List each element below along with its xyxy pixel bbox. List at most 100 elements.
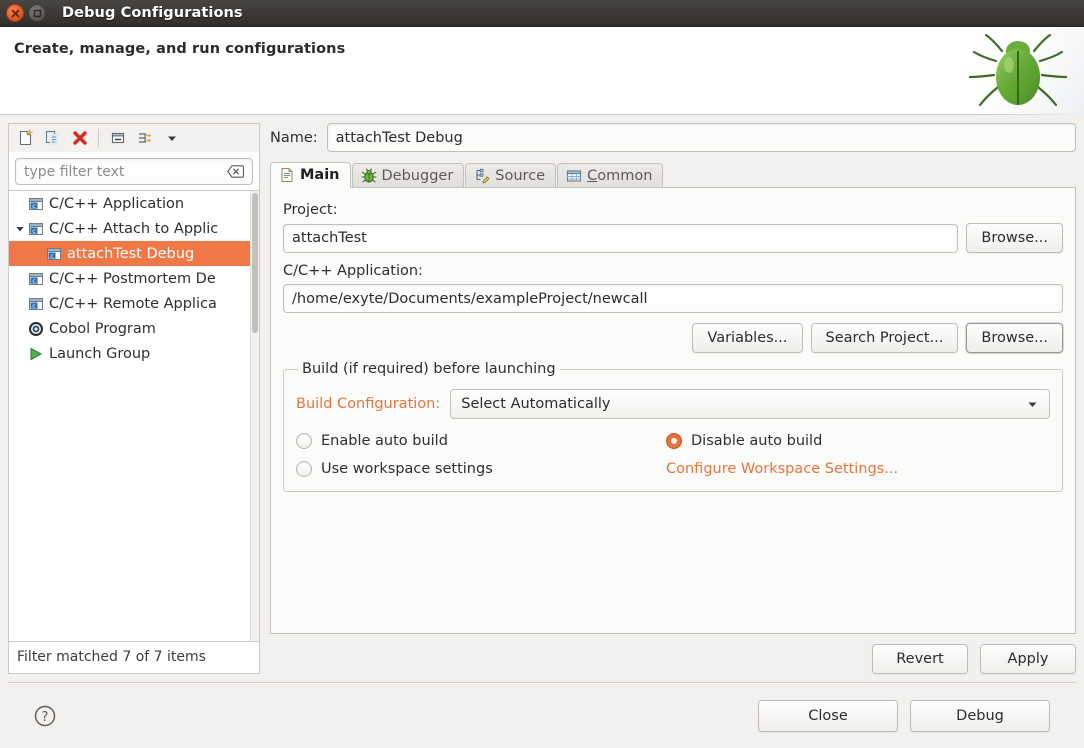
banner: Create, manage, and run configurations [0, 27, 1084, 115]
launch-group-icon [27, 346, 45, 362]
debug-button[interactable]: Debug [910, 700, 1050, 732]
tree-item-2[interactable]: c attachTest Debug [9, 241, 259, 266]
window-titlebar: Debug Configurations [0, 0, 1084, 27]
tree-item-4[interactable]: cC/C++ Remote Applica [9, 291, 259, 316]
tree-scrollbar-thumb[interactable] [252, 193, 258, 333]
apply-button[interactable]: Apply [980, 644, 1076, 674]
expand-arrow-icon[interactable] [13, 224, 27, 234]
maximize-icon[interactable] [28, 4, 46, 22]
build-configuration-row: Build Configuration: Select Automaticall… [296, 389, 1050, 419]
build-group: Build (if required) before launching Bui… [283, 361, 1063, 492]
filter-icon[interactable] [132, 126, 157, 150]
cpp-app-icon-glyph: c [46, 246, 62, 262]
delete-x-icon[interactable] [67, 126, 92, 150]
variables-button[interactable]: Variables... [692, 323, 802, 353]
revert-button[interactable]: Revert [872, 644, 968, 674]
tab-label: Source [495, 168, 545, 184]
tree-item-3[interactable]: cC/C++ Postmortem De [9, 266, 259, 291]
cpp-app-icon-glyph: c [28, 221, 44, 237]
cobol-icon [27, 321, 45, 337]
chevron-down-glyph [165, 131, 179, 145]
configuration-editor: Name: attachTest Debug Main Debugger Sourc… [260, 123, 1076, 674]
project-input[interactable]: attachTest [283, 224, 958, 253]
radio-indicator [296, 433, 312, 449]
clear-glyph [227, 165, 244, 178]
tree-item-label: C/C++ Remote Applica [49, 296, 217, 312]
build-configuration-label: Build Configuration: [296, 396, 440, 412]
toolbar-separator [98, 129, 99, 147]
bug-icon [361, 168, 377, 184]
copy-icon[interactable] [40, 126, 65, 150]
cpp-app-icon: c [27, 196, 45, 212]
configure-workspace-settings-link[interactable]: Configure Workspace Settings... [666, 461, 898, 477]
tree-item-0[interactable]: c C/C++ Application [9, 191, 259, 216]
close-button[interactable]: Close [758, 700, 898, 732]
search-project-button[interactable]: Search Project... [811, 323, 959, 353]
new-document-icon[interactable] [13, 126, 38, 150]
dialog-footer: ? Close Debug [8, 682, 1076, 748]
bug-icon-glyph [361, 168, 377, 184]
name-label: Name: [270, 130, 318, 146]
tab-source[interactable]: Source [465, 163, 556, 188]
tree-item-label: Launch Group [49, 346, 150, 362]
table-icon [566, 168, 582, 184]
tab-main[interactable]: Main [270, 162, 351, 188]
cpp-app-icon: c [27, 271, 45, 287]
radio-enable-auto-build[interactable]: Enable auto build [296, 433, 666, 449]
maximize-glyph [33, 9, 42, 18]
dialog-body: type filter text cC/C++ ApplicationcC/C+… [0, 115, 1084, 674]
cpp-app-icon: c [27, 221, 45, 237]
tab-label: Main [300, 167, 340, 183]
table-icon-glyph [566, 168, 582, 184]
tree-item-1[interactable]: cC/C++ Attach to Applic [9, 216, 259, 241]
source-tree-icon [474, 168, 490, 184]
document-icon [279, 167, 295, 183]
svg-text:c: c [50, 251, 54, 259]
tree-scrollbar[interactable] [250, 191, 259, 641]
application-buttons: Variables... Search Project... Browse... [283, 323, 1063, 353]
name-row: Name: attachTest Debug [270, 123, 1076, 152]
project-row: attachTest Browse... [283, 223, 1063, 253]
tree-item-6[interactable]: Launch Group [9, 341, 259, 366]
build-configuration-select[interactable]: Select Automatically [450, 389, 1050, 419]
project-label: Project: [283, 202, 1063, 218]
radio-disable-auto-build[interactable]: Disable auto build [666, 433, 1050, 449]
tree-item-label: C/C++ Application [49, 196, 184, 212]
tree-item-label: attachTest Debug [67, 246, 194, 262]
help-glyph: ? [33, 704, 57, 728]
tree-toolbar [8, 123, 260, 152]
tree-item-5[interactable]: Cobol Program [9, 316, 259, 341]
name-input[interactable]: attachTest Debug [327, 123, 1076, 152]
clear-icon[interactable] [227, 165, 252, 178]
source-tree-icon-glyph [474, 168, 490, 184]
svg-text:c: c [32, 226, 36, 234]
configurations-tree[interactable]: c C/C++ Application cC/C++ Attach to Appli… [8, 191, 260, 642]
cpp-app-icon-glyph: c [28, 196, 44, 212]
application-browse-button[interactable]: Browse... [966, 323, 1063, 353]
radio-enable-auto-build-label: Enable auto build [321, 433, 448, 449]
application-input[interactable]: /home/exyte/Documents/exampleProject/new… [283, 284, 1063, 313]
search-input-placeholder: type filter text [16, 164, 227, 180]
close-icon[interactable] [6, 4, 24, 22]
collapse-all-glyph [109, 129, 127, 147]
page-title: Create, manage, and run configurations [14, 41, 345, 57]
radio-use-workspace-settings[interactable]: Use workspace settings [296, 461, 666, 477]
delete-x-glyph [71, 129, 89, 147]
close-glyph [11, 9, 20, 18]
launch-group-icon-glyph [28, 346, 44, 362]
svg-text:c: c [32, 276, 36, 284]
build-group-label: Build (if required) before launching [298, 361, 560, 377]
application-label: C/C++ Application: [283, 263, 1063, 279]
tab-debugger[interactable]: Debugger [352, 163, 465, 188]
search-input[interactable]: type filter text [15, 158, 253, 185]
tab-common[interactable]: Common [557, 163, 663, 188]
revert-apply-row: Revert Apply [270, 634, 1076, 674]
help-icon[interactable]: ? [32, 703, 58, 729]
project-browse-button[interactable]: Browse... [966, 223, 1063, 253]
chevron-down-icon[interactable] [159, 126, 184, 150]
triangle-down-glyph [15, 224, 25, 234]
collapse-all-icon[interactable] [105, 126, 130, 150]
svg-text:c: c [32, 201, 36, 209]
tab-label: Debugger [382, 168, 454, 184]
copy-glyph [44, 129, 62, 147]
